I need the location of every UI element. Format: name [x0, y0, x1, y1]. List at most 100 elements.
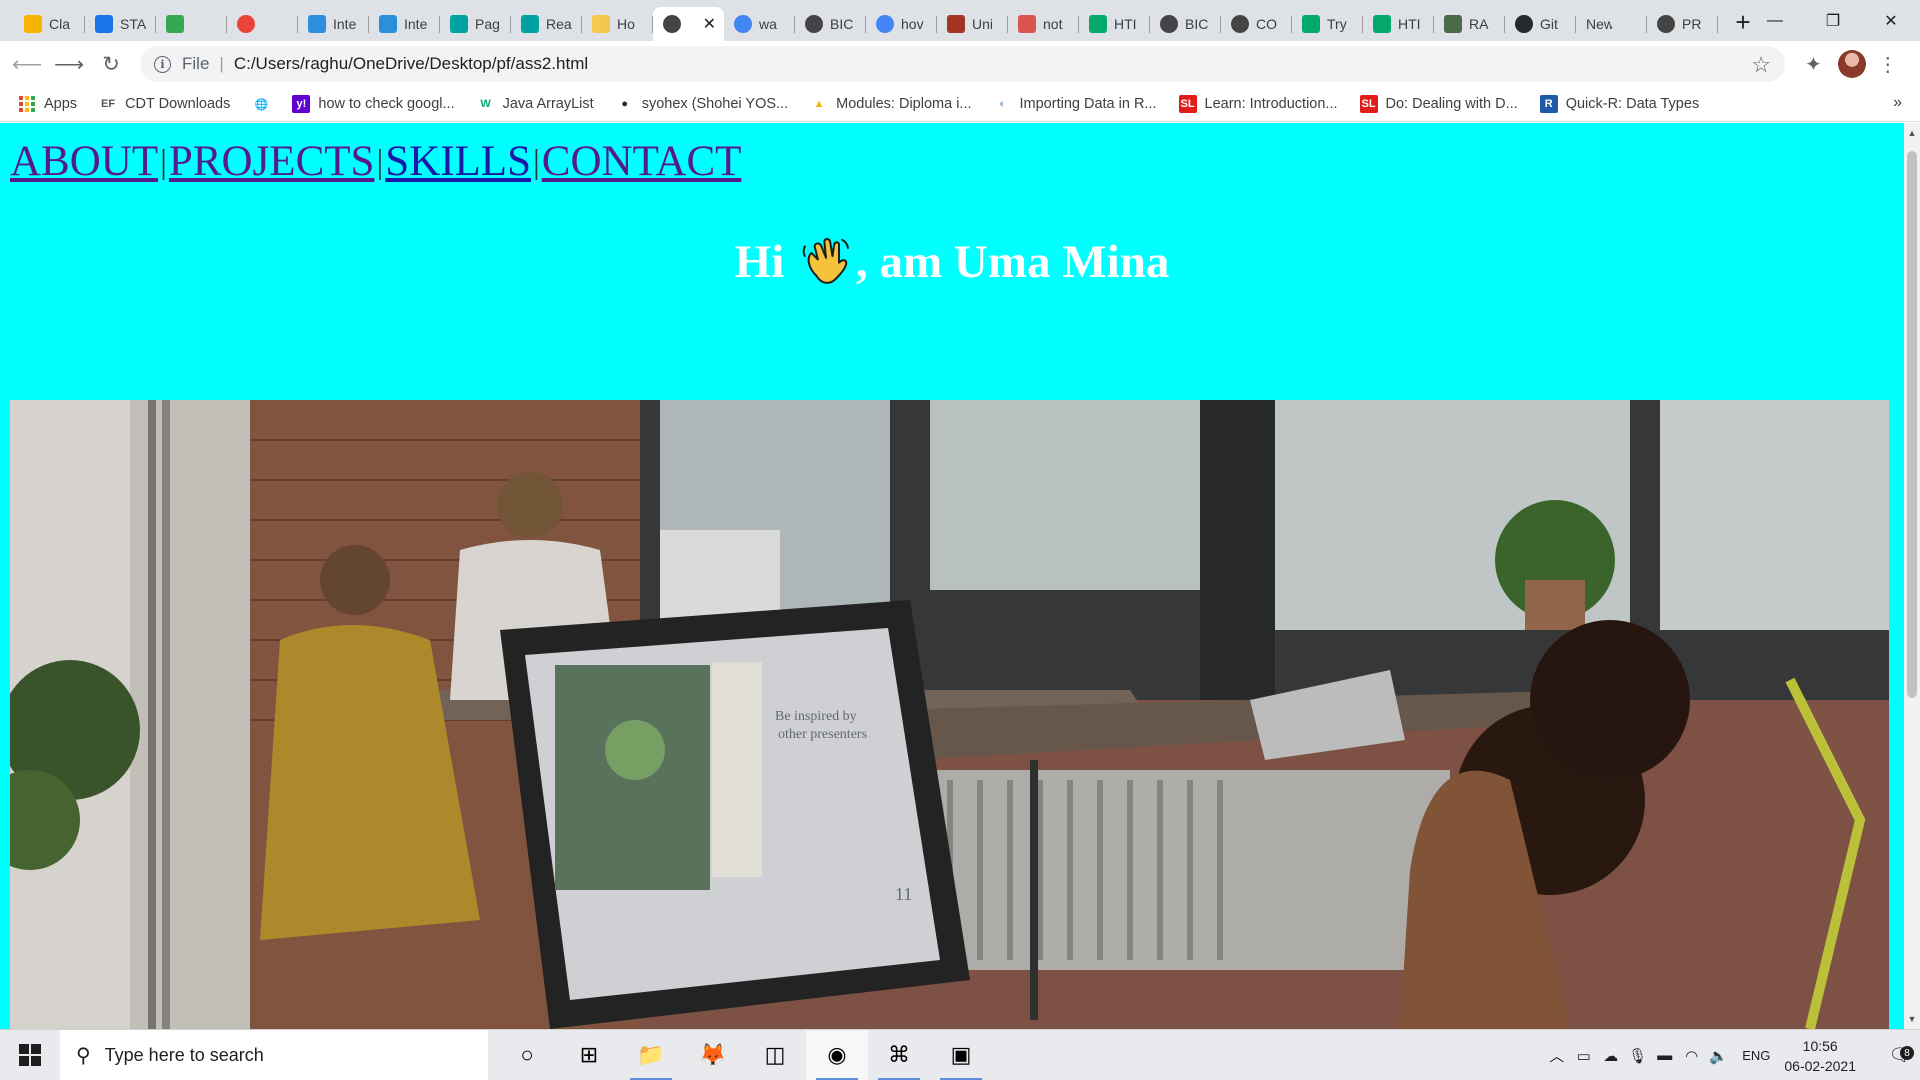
browser-tab[interactable] [156, 7, 227, 41]
page-scrollbar[interactable]: ▲ ▼ [1904, 123, 1920, 1029]
close-tab-icon[interactable]: ✕ [703, 14, 716, 34]
office-photo-illustration: Be inspired by other presenters 11 [10, 400, 1889, 1029]
taskbar-search[interactable]: ⚲ Type here to search [60, 1029, 488, 1080]
bookmark-item[interactable]: ● syohex (Shohei YOS... [616, 95, 788, 113]
browser-tab[interactable]: Git [1505, 7, 1576, 41]
nav-link-skills[interactable]: SKILLS [385, 138, 531, 185]
site-nav: ABOUT|PROJECTS|SKILLS|CONTACT [10, 137, 741, 186]
start-button[interactable] [0, 1030, 60, 1080]
cortana-icon[interactable]: ○ [496, 1030, 558, 1080]
browser-tab[interactable]: Pag [440, 7, 511, 41]
nav-separator: | [532, 144, 540, 181]
action-center-icon[interactable]: 🗨 8 [1880, 1045, 1920, 1066]
tab-title: Uni [972, 15, 994, 32]
nav-link-contact[interactable]: CONTACT [542, 138, 742, 185]
browser-tab[interactable]: HTI [1363, 7, 1434, 41]
browser-tab[interactable]: PR [1647, 7, 1718, 41]
tab-title: BIC [830, 15, 854, 32]
show-hidden-icons-chevron-icon[interactable]: ︿ [1543, 1045, 1570, 1066]
browser-tab[interactable]: Rea [511, 7, 582, 41]
browser-tab[interactable]: STA [85, 7, 156, 41]
is-site-icon [379, 14, 397, 33]
bookmark-item[interactable]: ◐ Importing Data in R... [994, 95, 1156, 113]
scroll-down-arrow-icon[interactable]: ▼ [1904, 1011, 1920, 1027]
vscode-icon[interactable]: ⌘ [868, 1030, 930, 1080]
browser-tab[interactable]: Try [1292, 7, 1363, 41]
reload-button[interactable]: ↻ [90, 46, 132, 82]
bookmark-item[interactable]: y! how to check googl... [292, 95, 455, 113]
clock[interactable]: 10:56 06-02-2021 [1784, 1036, 1856, 1076]
input-language[interactable]: ENG [1742, 1048, 1770, 1063]
w3schools-icon [1302, 14, 1320, 33]
bookmark-label: Modules: Diploma i... [836, 96, 972, 112]
bookmark-star-icon[interactable]: ☆ [1751, 52, 1771, 78]
browser-tab[interactable]: not [1008, 7, 1079, 41]
bookmark-item[interactable]: 🌐 [252, 95, 270, 113]
tab-title: New Ta [1586, 15, 1612, 32]
file-explorer-icon[interactable]: 📁 [620, 1030, 682, 1080]
apps-grid-icon [18, 95, 36, 113]
office-icon[interactable]: ◫ [744, 1030, 806, 1080]
bookmark-item[interactable]: SL Do: Dealing with D... [1359, 95, 1518, 113]
browser-tab[interactable]: Cla [14, 7, 85, 41]
firefox-icon[interactable]: 🦊 [682, 1030, 744, 1080]
browser-tab[interactable]: New Ta [1576, 7, 1647, 41]
record-icon [237, 14, 255, 33]
bookmark-item[interactable]: ▲ Modules: Diploma i... [810, 95, 972, 113]
back-button[interactable]: ⟵ [6, 46, 48, 82]
onedrive-error-icon[interactable]: ☁ [1597, 1047, 1624, 1065]
scroll-up-arrow-icon[interactable]: ▲ [1904, 125, 1920, 141]
hero-photo: Be inspired by other presenters 11 [10, 400, 1889, 1029]
bookmark-label: how to check googl... [318, 96, 455, 112]
close-window-button[interactable]: ✕ [1862, 0, 1920, 41]
bookmark-item[interactable]: SL Learn: Introduction... [1178, 95, 1338, 113]
extensions-puzzle-icon[interactable]: ✦ [1805, 52, 1822, 77]
bookmark-label: Apps [44, 96, 78, 112]
tab-list: Cla STA Inte Inte Pag Rea Ho ✕ wa BIC hov Uni not HTI… [0, 0, 1760, 41]
volume-icon[interactable]: 🔈 [1705, 1047, 1732, 1065]
task-view-icon[interactable]: ⊞ [558, 1030, 620, 1080]
scrollbar-thumb[interactable] [1907, 151, 1917, 698]
browser-tab[interactable]: hov [866, 7, 937, 41]
battery-icon[interactable]: ▬ [1651, 1047, 1678, 1064]
browser-tab[interactable]: BIC [1150, 7, 1221, 41]
wifi-icon[interactable]: ◠ [1678, 1047, 1705, 1065]
info-icon[interactable]: i [154, 55, 171, 73]
w3schools-icon: W [480, 98, 491, 110]
bookmark-item[interactable]: Apps [18, 95, 77, 113]
nav-link-about[interactable]: ABOUT [10, 138, 158, 185]
chrome-icon[interactable]: ◉ [806, 1029, 868, 1080]
globe-icon [663, 14, 681, 33]
minimize-button[interactable]: — [1746, 0, 1804, 41]
browser-tab[interactable]: HTI [1079, 7, 1150, 41]
browser-tab[interactable]: Ho [582, 7, 653, 41]
browser-tab[interactable]: CO [1221, 7, 1292, 41]
bookmark-item[interactable]: EF CDT Downloads [99, 95, 230, 113]
browser-tab[interactable]: wa [724, 7, 795, 41]
bookmarks-overflow-icon[interactable]: » [1893, 94, 1902, 112]
meet-now-icon[interactable]: ▭ [1570, 1047, 1597, 1065]
browser-tab[interactable]: ✕ [653, 6, 724, 41]
address-bar[interactable]: i File | C:/Users/raghu/OneDrive/Desktop… [140, 46, 1785, 82]
url-text[interactable]: C:/Users/raghu/OneDrive/Desktop/pf/ass2.… [234, 54, 588, 74]
browser-tab[interactable]: Inte [298, 7, 369, 41]
windows-logo-icon [19, 1044, 41, 1066]
browser-tab[interactable]: Uni [937, 7, 1008, 41]
browser-tab[interactable]: Inte [369, 7, 440, 41]
maximize-button[interactable]: ❐ [1804, 0, 1862, 41]
wave-icon [592, 14, 610, 33]
photos-app-icon[interactable]: ▣ [930, 1030, 992, 1080]
profile-avatar[interactable] [1837, 50, 1866, 78]
bookmark-item[interactable]: W Java ArrayList [477, 95, 593, 113]
waving-hand-icon [802, 238, 849, 284]
browser-menu-icon[interactable]: ⋮ [1878, 52, 1898, 77]
browser-toolbar: ⟵ ⟶ ↻ i File | C:/Users/raghu/OneDrive/D… [0, 41, 1920, 87]
contacts-icon [95, 14, 113, 33]
nav-link-projects[interactable]: PROJECTS [169, 138, 375, 185]
browser-tab[interactable]: RA [1434, 7, 1505, 41]
browser-tab[interactable]: BIC [795, 7, 866, 41]
microphone-icon[interactable]: 🎙 [1624, 1047, 1651, 1065]
browser-tab[interactable] [227, 7, 298, 41]
forward-button[interactable]: ⟶ [48, 46, 90, 82]
bookmark-item[interactable]: R Quick-R: Data Types [1539, 95, 1699, 113]
